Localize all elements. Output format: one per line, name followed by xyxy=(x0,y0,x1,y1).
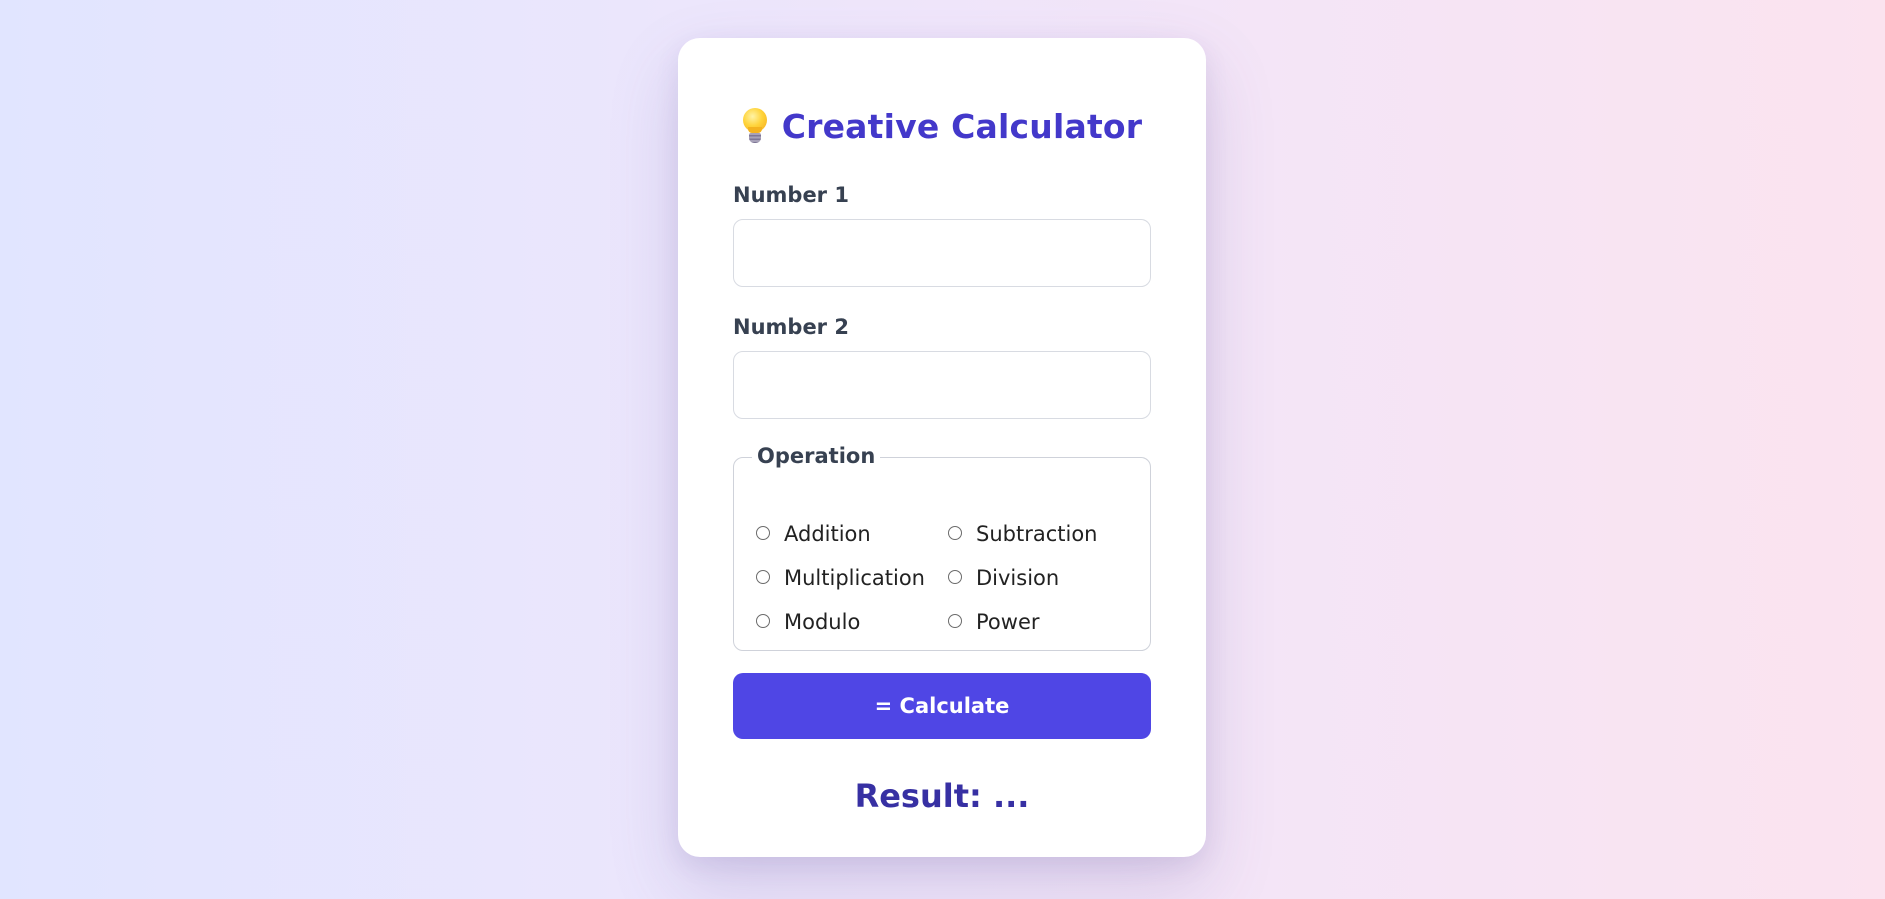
radio-option-subtraction[interactable]: Subtraction xyxy=(948,512,1128,556)
radio-option-modulo[interactable]: Modulo xyxy=(756,600,948,644)
radio-option-addition[interactable]: Addition xyxy=(756,512,948,556)
page-title: Creative Calculator xyxy=(781,106,1143,146)
number1-input[interactable] xyxy=(733,219,1151,287)
radio-label: Multiplication xyxy=(784,566,925,590)
operation-legend: Operation xyxy=(752,444,881,468)
calculate-button[interactable]: = Calculate xyxy=(733,673,1151,739)
number2-input[interactable] xyxy=(733,351,1151,419)
radio-button[interactable] xyxy=(948,614,962,628)
lightbulb-icon xyxy=(742,108,768,144)
radio-button[interactable] xyxy=(756,570,770,584)
radio-button[interactable] xyxy=(756,614,770,628)
radio-option-power[interactable]: Power xyxy=(948,600,1128,644)
radio-button[interactable] xyxy=(948,570,962,584)
operation-options: Addition Subtraction Multiplication Divi… xyxy=(756,512,1128,644)
number1-label: Number 1 xyxy=(733,183,849,207)
radio-label: Addition xyxy=(784,522,871,546)
radio-label: Power xyxy=(976,610,1040,634)
radio-button[interactable] xyxy=(756,526,770,540)
title-row: Creative Calculator xyxy=(733,98,1151,154)
calculator-card: Creative Calculator Number 1 Number 2 Op… xyxy=(678,38,1206,857)
operation-fieldset: Operation Addition Subtraction Multiplic… xyxy=(733,444,1151,651)
number2-label: Number 2 xyxy=(733,315,849,339)
result-display: Result: ... xyxy=(854,777,1030,815)
radio-label: Subtraction xyxy=(976,522,1098,546)
radio-label: Division xyxy=(976,566,1060,590)
radio-option-multiplication[interactable]: Multiplication xyxy=(756,556,948,600)
radio-option-division[interactable]: Division xyxy=(948,556,1128,600)
radio-label: Modulo xyxy=(784,610,861,634)
radio-button[interactable] xyxy=(948,526,962,540)
